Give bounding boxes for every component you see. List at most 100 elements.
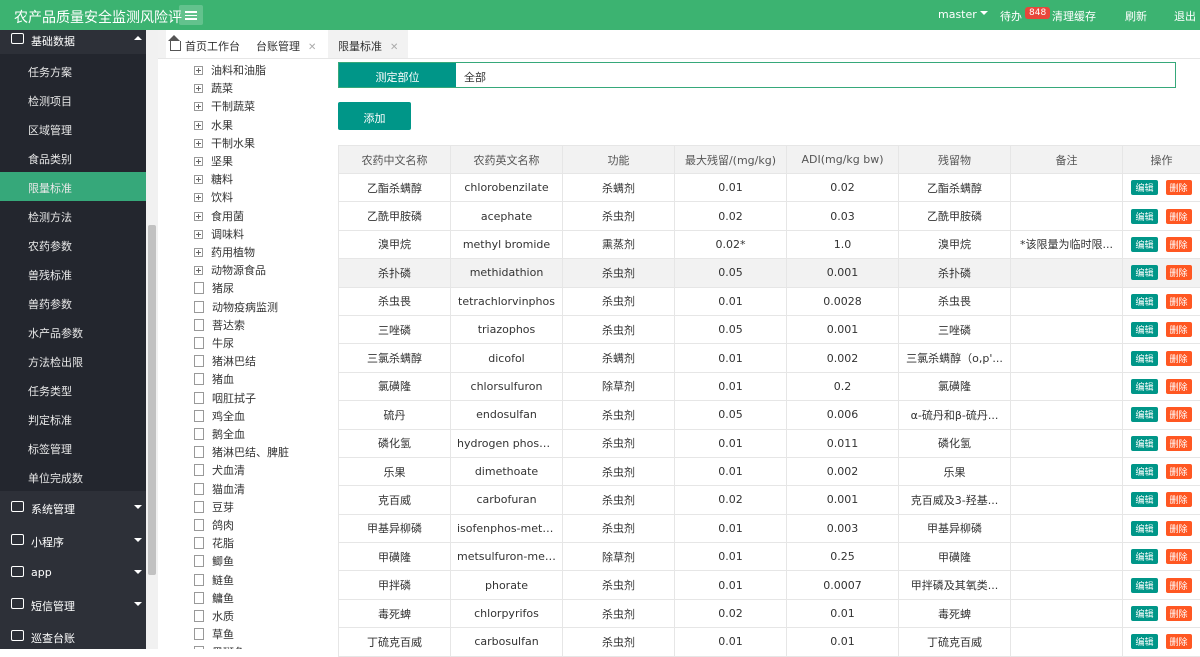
sidebar-group[interactable]: 系统管理 bbox=[0, 492, 146, 524]
delete-button[interactable]: 删除 bbox=[1166, 464, 1192, 479]
tree-folder-node[interactable]: 药用植物 bbox=[194, 244, 255, 262]
sidebar-group[interactable]: app bbox=[0, 557, 146, 589]
refresh-button[interactable]: 刷新 bbox=[1125, 8, 1147, 24]
sidebar-group-basic-data[interactable]: 基础数据 bbox=[0, 30, 146, 56]
edit-button[interactable]: 编辑 bbox=[1131, 634, 1157, 649]
tree-leaf-node[interactable]: 豆芽 bbox=[194, 499, 234, 517]
tree-folder-node[interactable]: 水果 bbox=[194, 117, 233, 135]
expand-plus-icon[interactable] bbox=[194, 193, 203, 202]
tree-leaf-node[interactable]: 猪尿 bbox=[194, 280, 234, 298]
edit-button[interactable]: 编辑 bbox=[1131, 521, 1157, 536]
table-row[interactable]: 磷化氢hydrogen phosphide杀虫剂0.010.011磷化氢编辑删除 bbox=[339, 429, 1200, 457]
tree-leaf-node[interactable]: 猪淋巴结 bbox=[194, 353, 256, 371]
table-row[interactable]: 克百威carbofuran杀虫剂0.020.001克百威及3-羟基...编辑删除 bbox=[339, 486, 1200, 514]
tree-leaf-node[interactable]: 鹅全血 bbox=[194, 426, 245, 444]
table-row[interactable]: 三氯杀螨醇dicofol杀螨剂0.010.002三氯杀螨醇（o,p'...编辑删… bbox=[339, 344, 1200, 372]
delete-button[interactable]: 删除 bbox=[1166, 237, 1192, 252]
tree-leaf-node[interactable]: 动物疫病监测 bbox=[194, 299, 278, 317]
expand-plus-icon[interactable] bbox=[194, 139, 203, 148]
sidebar-item[interactable]: 限量标准 bbox=[0, 172, 146, 201]
expand-plus-icon[interactable] bbox=[194, 266, 203, 275]
expand-plus-icon[interactable] bbox=[194, 66, 203, 75]
tree-leaf-node[interactable]: 猪淋巴结、脾脏 bbox=[194, 444, 289, 462]
sidebar-item[interactable]: 任务类型 bbox=[0, 375, 146, 404]
edit-button[interactable]: 编辑 bbox=[1131, 209, 1157, 224]
tree-leaf-node[interactable]: 草鱼 bbox=[194, 626, 234, 644]
table-row[interactable]: 丁硫克百威carbosulfan杀虫剂0.010.01丁硫克百威编辑删除 bbox=[339, 628, 1200, 656]
tree-folder-node[interactable]: 动物源食品 bbox=[194, 262, 266, 280]
table-row[interactable]: 溴甲烷methyl bromide熏蒸剂0.02*1.0溴甲烷*该限量为临时限.… bbox=[339, 230, 1200, 258]
delete-button[interactable]: 删除 bbox=[1166, 322, 1192, 337]
edit-button[interactable]: 编辑 bbox=[1131, 464, 1157, 479]
edit-button[interactable]: 编辑 bbox=[1131, 180, 1157, 195]
sidebar-group[interactable]: 短信管理 bbox=[0, 589, 146, 621]
table-row[interactable]: 甲拌磷phorate杀虫剂0.010.0007甲拌磷及其氧类...编辑删除 bbox=[339, 571, 1200, 599]
delete-button[interactable]: 删除 bbox=[1166, 634, 1192, 649]
sidebar-item[interactable]: 兽残标准 bbox=[0, 259, 146, 288]
table-row[interactable]: 甲磺隆metsulfuron-methyl除草剂0.010.25甲磺隆编辑删除 bbox=[339, 543, 1200, 571]
table-row[interactable]: 氯磺隆chlorsulfuron除草剂0.010.2氯磺隆编辑删除 bbox=[339, 372, 1200, 400]
sidebar-group[interactable]: 小程序 bbox=[0, 525, 146, 557]
expand-plus-icon[interactable] bbox=[194, 157, 203, 166]
tree-folder-node[interactable]: 饮料 bbox=[194, 189, 233, 207]
user-menu[interactable]: master bbox=[938, 8, 988, 21]
expand-plus-icon[interactable] bbox=[194, 121, 203, 130]
edit-button[interactable]: 编辑 bbox=[1131, 578, 1157, 593]
tree-leaf-node[interactable]: 花脂 bbox=[194, 535, 234, 553]
tree-leaf-node[interactable]: 犬血清 bbox=[194, 462, 245, 480]
delete-button[interactable]: 删除 bbox=[1166, 492, 1192, 507]
edit-button[interactable]: 编辑 bbox=[1131, 294, 1157, 309]
table-row[interactable]: 杀扑磷methidathion杀虫剂0.050.001杀扑磷编辑删除 bbox=[339, 259, 1200, 287]
tree-leaf-node[interactable]: 水质 bbox=[194, 608, 234, 626]
tree-leaf-node[interactable]: 鸡全血 bbox=[194, 408, 245, 426]
close-icon[interactable]: ✕ bbox=[390, 42, 398, 53]
tree-leaf-node[interactable]: 鲫鱼 bbox=[194, 553, 234, 571]
tree-leaf-node[interactable]: 菩达索 bbox=[194, 317, 245, 335]
tree-leaf-node[interactable]: 猫血清 bbox=[194, 481, 245, 499]
sidebar-item[interactable]: 判定标准 bbox=[0, 404, 146, 433]
tree-folder-node[interactable]: 坚果 bbox=[194, 153, 233, 171]
expand-plus-icon[interactable] bbox=[194, 248, 203, 257]
tree-folder-node[interactable]: 油料和油脂 bbox=[194, 62, 266, 80]
table-row[interactable]: 乙酯杀螨醇chlorobenzilate杀螨剂0.010.02乙酯杀螨醇编辑删除 bbox=[339, 174, 1200, 202]
edit-button[interactable]: 编辑 bbox=[1131, 237, 1157, 252]
menu-toggle-icon[interactable] bbox=[179, 5, 203, 25]
tree-leaf-node[interactable]: 鲢鱼 bbox=[194, 572, 234, 590]
sidebar-item[interactable]: 兽药参数 bbox=[0, 288, 146, 317]
sidebar-item[interactable]: 水产品参数 bbox=[0, 317, 146, 346]
tree-leaf-node[interactable]: 黑斑鱼 bbox=[194, 644, 245, 649]
edit-button[interactable]: 编辑 bbox=[1131, 265, 1157, 280]
edit-button[interactable]: 编辑 bbox=[1131, 407, 1157, 422]
tree-folder-node[interactable]: 干制蔬菜 bbox=[194, 98, 255, 116]
edit-button[interactable]: 编辑 bbox=[1131, 606, 1157, 621]
delete-button[interactable]: 删除 bbox=[1166, 549, 1192, 564]
sidebar-item[interactable]: 区域管理 bbox=[0, 114, 146, 143]
edit-button[interactable]: 编辑 bbox=[1131, 549, 1157, 564]
delete-button[interactable]: 删除 bbox=[1166, 407, 1192, 422]
delete-button[interactable]: 删除 bbox=[1166, 294, 1192, 309]
filter-value[interactable]: 全部 bbox=[464, 69, 486, 85]
table-row[interactable]: 杀虫畏tetrachlorvinphos杀虫剂0.010.0028杀虫畏编辑删除 bbox=[339, 287, 1200, 315]
edit-button[interactable]: 编辑 bbox=[1131, 379, 1157, 394]
scrollbar-thumb[interactable] bbox=[148, 225, 156, 575]
tab-home[interactable]: 首页工作台 bbox=[170, 30, 252, 58]
sidebar-item[interactable]: 任务方案 bbox=[0, 56, 146, 85]
expand-plus-icon[interactable] bbox=[194, 230, 203, 239]
table-row[interactable]: 乙酰甲胺磷acephate杀虫剂0.020.03乙酰甲胺磷编辑删除 bbox=[339, 202, 1200, 230]
delete-button[interactable]: 删除 bbox=[1166, 379, 1192, 394]
delete-button[interactable]: 删除 bbox=[1166, 180, 1192, 195]
tab-ledger[interactable]: 台账管理✕ bbox=[256, 30, 332, 58]
table-row[interactable]: 三唑磷triazophos杀虫剂0.050.001三唑磷编辑删除 bbox=[339, 315, 1200, 343]
tree-folder-node[interactable]: 干制水果 bbox=[194, 135, 255, 153]
delete-button[interactable]: 删除 bbox=[1166, 209, 1192, 224]
table-row[interactable]: 毒死蜱chlorpyrifos杀虫剂0.020.01毒死蜱编辑删除 bbox=[339, 599, 1200, 627]
clear-cache-button[interactable]: 清理缓存 bbox=[1052, 8, 1096, 24]
table-row[interactable]: 乐果dimethoate杀虫剂0.010.002乐果编辑删除 bbox=[339, 457, 1200, 485]
delete-button[interactable]: 删除 bbox=[1166, 606, 1192, 621]
tree-leaf-node[interactable]: 咽肛拭子 bbox=[194, 390, 256, 408]
edit-button[interactable]: 编辑 bbox=[1131, 492, 1157, 507]
tree-leaf-node[interactable]: 牛尿 bbox=[194, 335, 234, 353]
delete-button[interactable]: 删除 bbox=[1166, 578, 1192, 593]
edit-button[interactable]: 编辑 bbox=[1131, 351, 1157, 366]
expand-plus-icon[interactable] bbox=[194, 212, 203, 221]
